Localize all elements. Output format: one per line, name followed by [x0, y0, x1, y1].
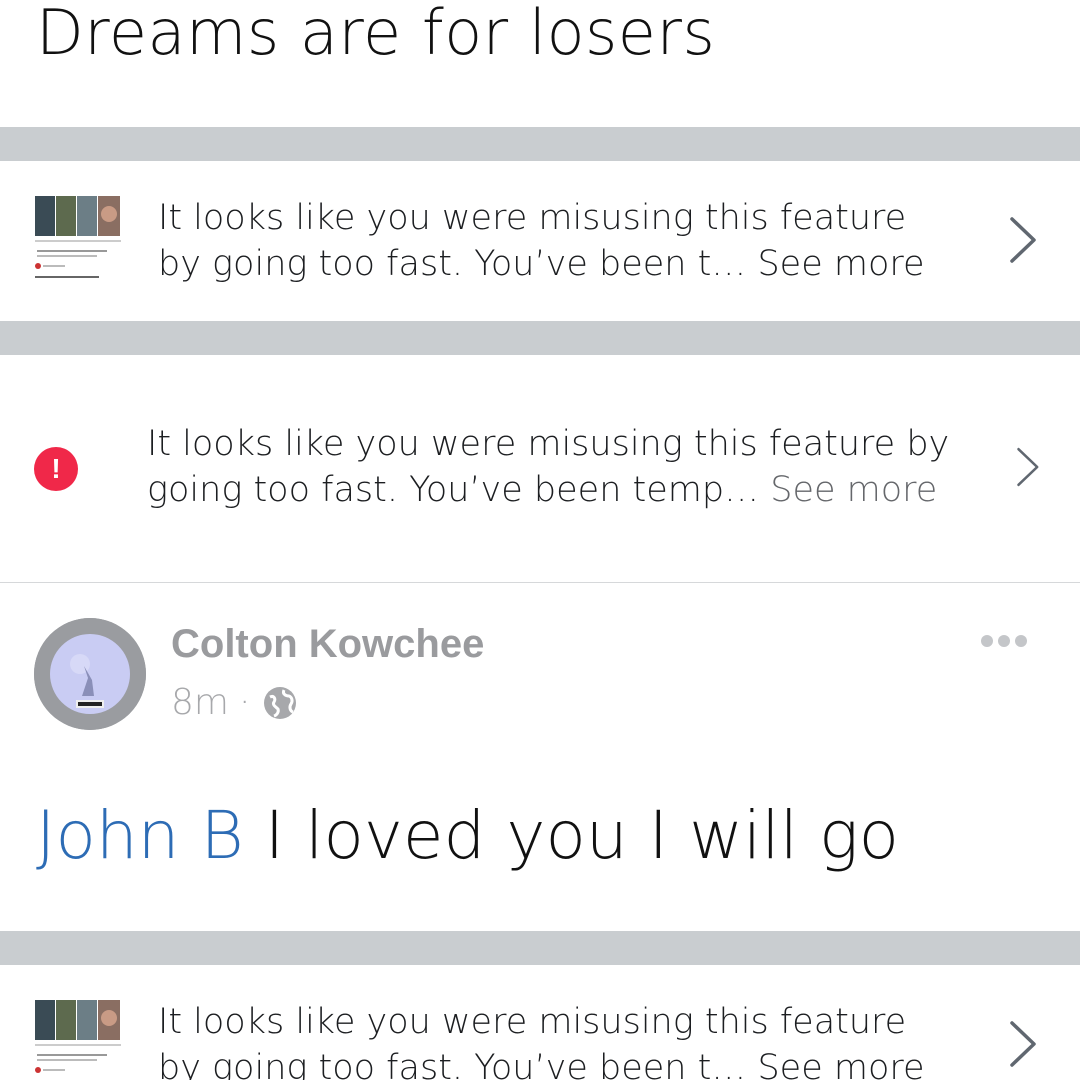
feed-divider: [0, 321, 1080, 355]
more-options-icon[interactable]: [978, 628, 1030, 654]
post-text-headline: Dreams are for losers: [36, 0, 716, 69]
see-more-link[interactable]: See more: [770, 470, 937, 510]
notice-message: It looks like you were misusing this fea…: [147, 421, 967, 513]
post-body: John B I loved you I will go: [36, 794, 899, 878]
post-body-text: I loved you I will go: [264, 797, 900, 874]
restriction-notice-2[interactable]: ! It looks like you were misusing this f…: [0, 355, 1080, 582]
restriction-notice-1[interactable]: It looks like you were misusing this fea…: [0, 161, 1080, 321]
avatar[interactable]: [34, 618, 146, 730]
feed-divider: [0, 127, 1080, 161]
notice-thumbnail: [33, 194, 125, 288]
post-author-name[interactable]: Colton Kowchee: [171, 618, 484, 670]
post-timestamp[interactable]: 8m: [171, 680, 229, 726]
chevron-right-icon[interactable]: [1002, 1019, 1042, 1069]
post-meta: 8m ·: [171, 680, 298, 726]
see-more-link[interactable]: See more: [757, 1048, 924, 1080]
meta-separator: ·: [238, 682, 251, 723]
globe-icon: [262, 685, 298, 721]
mention-link[interactable]: John B: [36, 797, 244, 874]
notice-message: It looks like you were misusing this fea…: [158, 999, 958, 1080]
feed-divider: [0, 931, 1080, 965]
chevron-right-icon[interactable]: [1002, 215, 1042, 265]
notice-thumbnail: [33, 998, 125, 1080]
restriction-notice-3[interactable]: It looks like you were misusing this fea…: [0, 965, 1080, 1080]
alert-icon: !: [34, 447, 78, 491]
see-more-link[interactable]: See more: [757, 244, 924, 284]
notice-message: It looks like you were misusing this fea…: [158, 195, 958, 287]
chevron-right-icon[interactable]: [1010, 445, 1044, 489]
section-separator: [0, 582, 1080, 583]
